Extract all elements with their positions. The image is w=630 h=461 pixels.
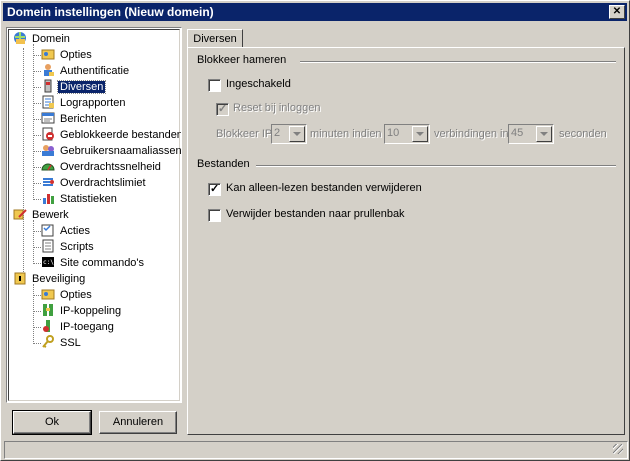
tab-panel: Blokkeer hameren Ingeschakeld ✓ Reset bi… xyxy=(187,47,625,435)
domain-globe-icon xyxy=(14,32,26,45)
limit-icon xyxy=(43,178,54,187)
terminal-icon: c:\ xyxy=(42,257,54,268)
log-icon xyxy=(42,95,54,109)
reset-checkbox[interactable]: ✓ xyxy=(216,103,229,116)
block-ip-select[interactable]: 2 xyxy=(271,124,307,144)
block-ip-label: Blokkeer IP xyxy=(216,128,273,140)
speed-gauge-icon xyxy=(41,163,55,171)
tree-node-berichten[interactable]: Berichten xyxy=(41,111,108,127)
tree-node-scripts[interactable]: Scripts xyxy=(41,239,96,255)
messages-icon xyxy=(41,112,55,124)
seconds-select[interactable]: 45 xyxy=(508,124,554,144)
settings-tree[interactable]: Domein Opties Authentificatie Diversen L… xyxy=(6,27,182,403)
scripts-icon xyxy=(42,239,54,253)
chevron-down-icon xyxy=(412,126,428,142)
stats-icon xyxy=(43,194,54,205)
tree-node-lograpporten[interactable]: Lograpporten xyxy=(41,95,127,111)
seconds-label: seconden xyxy=(559,128,607,140)
connections-select[interactable]: 10 xyxy=(384,124,430,144)
readonly-delete-checkbox[interactable]: ✓ xyxy=(208,183,221,196)
tree-label: Domein xyxy=(32,33,70,45)
svg-text:c:\: c:\ xyxy=(43,259,54,266)
reset-label: Reset bij inloggen xyxy=(233,102,321,114)
tree-node-bewerk[interactable]: Bewerk xyxy=(13,207,71,223)
enabled-checkbox[interactable] xyxy=(208,79,221,92)
group-title-bestanden: Bestanden xyxy=(197,158,250,170)
key-icon xyxy=(42,335,54,348)
options-folder-icon xyxy=(41,49,55,60)
tab-diversen[interactable]: Diversen xyxy=(187,29,243,48)
window-title: Domein instellingen (Nieuw domein) xyxy=(7,5,214,19)
tree-node-beveiliging[interactable]: Beveiliging xyxy=(13,271,87,287)
tree-node-site-commandos[interactable]: c:\ Site commando's xyxy=(41,255,146,271)
tree-node-gebruikersnaamaliassen[interactable]: Gebruikersnaamaliassen xyxy=(41,143,181,159)
misc-icon xyxy=(44,79,52,93)
options-folder-icon xyxy=(41,289,55,300)
title-bar: Domein instellingen (Nieuw domein) ✕ xyxy=(3,3,627,21)
tree-node-statistieken[interactable]: Statistieken xyxy=(41,191,119,207)
ip-binding-icon xyxy=(43,304,53,317)
tree-node-ip-toegang[interactable]: IP-toegang xyxy=(41,319,116,335)
tree-node-acties[interactable]: Acties xyxy=(41,223,92,239)
tree-node-diversen[interactable]: Diversen xyxy=(41,79,107,95)
security-icon xyxy=(14,272,26,285)
status-bar xyxy=(4,441,628,459)
resize-grip-icon[interactable] xyxy=(613,444,623,454)
tree-node-domein[interactable]: Domein xyxy=(13,31,72,47)
alias-icon xyxy=(42,145,54,157)
readonly-delete-label: Kan alleen-lezen bestanden verwijderen xyxy=(226,182,422,194)
tree-node-opties[interactable]: Opties xyxy=(41,47,94,63)
tree-node-ip-koppeling[interactable]: IP-koppeling xyxy=(41,303,123,319)
tree-node-beveiliging-opties[interactable]: Opties xyxy=(41,287,94,303)
tree-node-overdrachtslimiet[interactable]: Overdrachtslimiet xyxy=(41,175,148,191)
user-auth-icon xyxy=(44,64,54,77)
actions-icon xyxy=(41,224,54,237)
enabled-label: Ingeschakeld xyxy=(226,78,291,90)
ip-access-icon xyxy=(43,320,50,333)
tree-node-overdrachtssnelheid[interactable]: Overdrachtssnelheid xyxy=(41,159,163,175)
cancel-button[interactable]: Annuleren xyxy=(99,411,177,434)
ok-button[interactable]: Ok xyxy=(12,410,92,435)
blocked-files-icon xyxy=(42,127,54,141)
minutes-label: minuten indien xyxy=(310,128,382,140)
recycle-bin-label: Verwijder bestanden naar prullenbak xyxy=(226,208,405,220)
recycle-bin-checkbox[interactable] xyxy=(208,209,221,222)
tree-node-authentificatie[interactable]: Authentificatie xyxy=(41,63,131,79)
dialog-window: Domein instellingen (Nieuw domein) ✕ Dom… xyxy=(0,0,630,461)
tree-node-ssl[interactable]: SSL xyxy=(41,335,83,351)
close-button[interactable]: ✕ xyxy=(609,5,625,19)
chevron-down-icon xyxy=(536,126,552,142)
group-title-blokkeer: Blokkeer hameren xyxy=(197,54,287,66)
edit-icon xyxy=(13,209,27,220)
chevron-down-icon xyxy=(289,126,305,142)
tree-node-geblokkeerde-bestanden[interactable]: Geblokkeerde bestanden xyxy=(41,127,181,143)
connections-label: verbindingen in xyxy=(434,128,509,140)
